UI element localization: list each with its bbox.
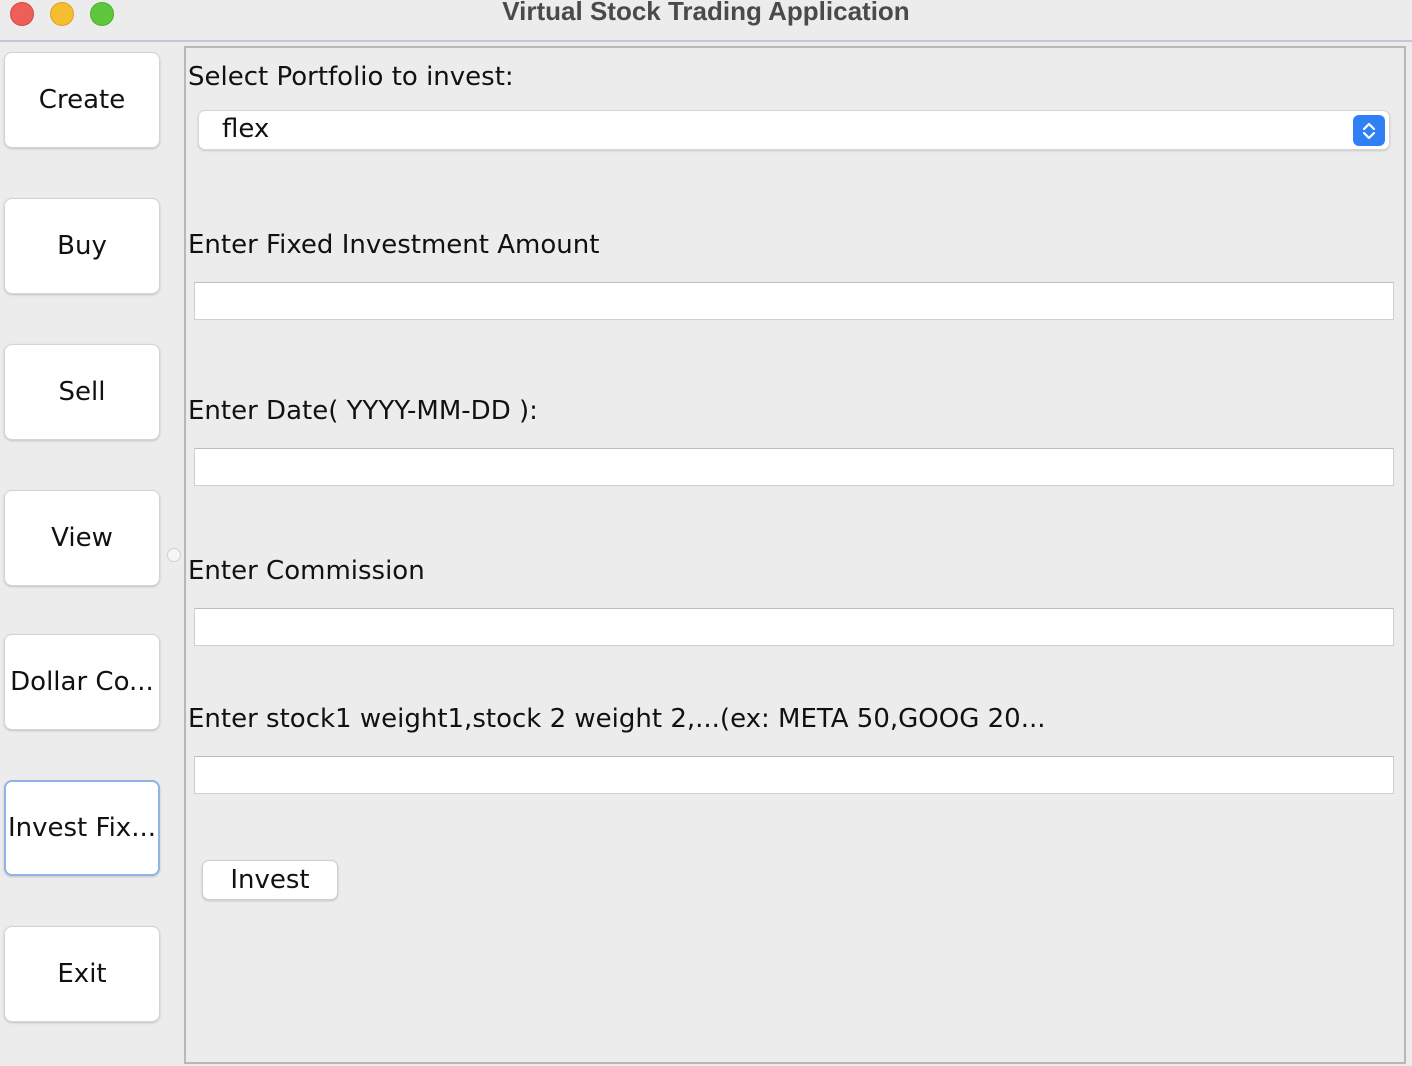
dollar-cost-button[interactable]: Dollar Co...	[4, 634, 160, 730]
create-button[interactable]: Create	[4, 52, 160, 148]
title-bar[interactable]: Virtual Stock Trading Application	[0, 0, 1412, 42]
app-window: Virtual Stock Trading Application Create…	[0, 0, 1412, 1066]
main-panel	[184, 46, 1406, 1064]
view-button[interactable]: View	[4, 490, 160, 586]
commission-input[interactable]	[194, 608, 1394, 646]
amount-input[interactable]	[194, 282, 1394, 320]
weights-label: Enter stock1 weight1,stock 2 weight 2,..…	[188, 704, 1046, 734]
date-label: Enter Date( YYYY-MM-DD ):	[188, 396, 538, 426]
amount-label: Enter Fixed Investment Amount	[188, 230, 600, 260]
splitter-handle[interactable]	[167, 548, 181, 562]
window-title: Virtual Stock Trading Application	[502, 0, 910, 26]
exit-button[interactable]: Exit	[4, 926, 160, 1022]
commission-label: Enter Commission	[188, 556, 425, 586]
date-input[interactable]	[194, 448, 1394, 486]
invest-button[interactable]: Invest	[202, 860, 338, 900]
invest-fixed-button[interactable]: Invest Fix...	[4, 780, 160, 876]
portfolio-select-value: flex	[222, 114, 270, 144]
sell-button[interactable]: Sell	[4, 344, 160, 440]
weights-input[interactable]	[194, 756, 1394, 794]
buy-button[interactable]: Buy	[4, 198, 160, 294]
chevron-up-down-icon[interactable]	[1353, 115, 1385, 146]
portfolio-select[interactable]: flex	[198, 110, 1390, 150]
portfolio-label: Select Portfolio to invest:	[188, 62, 514, 92]
